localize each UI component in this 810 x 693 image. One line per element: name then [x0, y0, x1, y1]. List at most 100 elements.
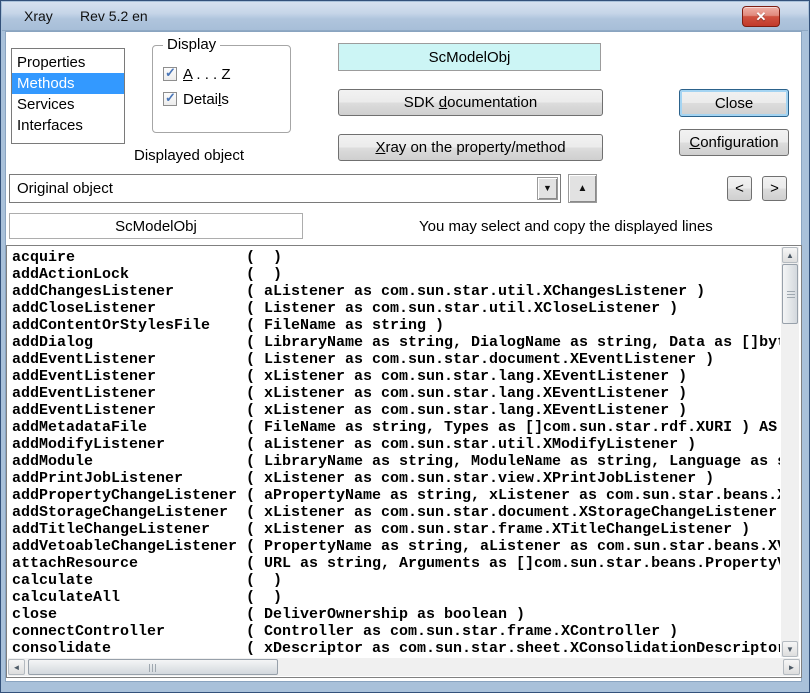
scroll-left-button[interactable]: ◄ — [8, 659, 25, 675]
scroll-down-icon: ▼ — [786, 645, 794, 654]
method-row[interactable]: calculateAll( ) — [12, 589, 780, 606]
method-row[interactable]: calculate( ) — [12, 572, 780, 589]
scroll-up-button[interactable]: ▲ — [782, 247, 798, 263]
close-button[interactable]: Close — [679, 89, 789, 117]
method-name: addEventListener — [12, 385, 246, 402]
listbox-item-interfaces[interactable]: Interfaces — [12, 115, 124, 136]
method-row[interactable]: addEventListener( xListener as com.sun.s… — [12, 368, 780, 385]
checkbox-details[interactable]: ✓ Details — [163, 91, 229, 107]
vertical-scroll-thumb[interactable] — [782, 264, 798, 324]
method-row[interactable]: addContentOrStylesFile( FileName as stri… — [12, 317, 780, 334]
window-close-button[interactable]: ✕ — [742, 6, 780, 27]
object-combobox-value: Original object — [17, 180, 113, 197]
method-row[interactable]: addVetoableChangeListener( PropertyName … — [12, 538, 780, 555]
method-row[interactable]: connectController( Controller as com.sun… — [12, 623, 780, 640]
method-params: ( aListener as com.sun.star.util.XModify… — [246, 436, 696, 453]
thumb-grip-icon — [787, 291, 795, 299]
method-name: consolidate — [12, 640, 246, 657]
method-params: ( Listener as com.sun.star.document.XEve… — [246, 351, 714, 368]
method-name: addEventListener — [12, 402, 246, 419]
method-row[interactable]: addDialog( LibraryName as string, Dialog… — [12, 334, 780, 351]
horizontal-scroll-thumb[interactable] — [28, 659, 278, 675]
scroll-down-button[interactable]: ▼ — [782, 641, 798, 657]
display-group: Display ✓ A . . . Z ✓ Details — [152, 45, 291, 133]
scroll-right-button[interactable]: ► — [783, 659, 800, 675]
combobox-dropdown-button[interactable]: ▼ — [537, 177, 558, 200]
method-row[interactable]: addChangesListener( aListener as com.sun… — [12, 283, 780, 300]
method-name: close — [12, 606, 246, 623]
method-params: ( aPropertyName as string, xListener as … — [246, 487, 780, 504]
method-row[interactable]: addEventListener( xListener as com.sun.s… — [12, 385, 780, 402]
method-row[interactable]: addCloseListener( Listener as com.sun.st… — [12, 300, 780, 317]
method-name: addDialog — [12, 334, 246, 351]
method-row[interactable]: addMetadataFile( FileName as string, Typ… — [12, 419, 780, 436]
method-name: addContentOrStylesFile — [12, 317, 246, 334]
method-name: addModifyListener — [12, 436, 246, 453]
method-params: ( xListener as com.sun.star.lang.XEventL… — [246, 368, 687, 385]
method-params: ( xListener as com.sun.star.lang.XEventL… — [246, 402, 687, 419]
method-name: connectController — [12, 623, 246, 640]
title-bar[interactable]: Xray Rev 5.2 en ✕ — [2, 2, 808, 31]
sdk-documentation-label: SDK documentation — [404, 94, 537, 111]
method-list-panel: acquire( )addActionLock( )addChangesList… — [6, 245, 802, 678]
listbox-item-properties[interactable]: Properties — [12, 52, 124, 73]
object-combobox[interactable]: Original object ▼ — [9, 174, 561, 203]
checkbox-az-label: A . . . Z — [183, 66, 231, 83]
method-name: calculateAll — [12, 589, 246, 606]
prev-button[interactable]: < — [727, 176, 752, 201]
scroll-up-icon: ▲ — [786, 251, 794, 260]
xray-dialog: Xray Rev 5.2 en ✕ Properties Methods Ser… — [0, 0, 810, 693]
listbox-item-methods[interactable]: Methods — [12, 73, 124, 94]
method-row[interactable]: addModule( LibraryName as string, Module… — [12, 453, 780, 470]
close-icon: ✕ — [756, 9, 767, 24]
method-params: ( LibraryName as string, DialogName as s… — [246, 334, 780, 351]
method-row[interactable]: consolidate( xDescriptor as com.sun.star… — [12, 640, 780, 657]
xray-on-property-button[interactable]: Xray on the property/method — [338, 134, 603, 161]
object-type-field: ScModelObj — [338, 43, 601, 71]
method-name: addVetoableChangeListener — [12, 538, 246, 555]
next-button-label: > — [770, 180, 779, 197]
checkbox-az-box[interactable]: ✓ — [163, 67, 177, 81]
method-name: addEventListener — [12, 351, 246, 368]
chevron-down-icon: ▼ — [543, 184, 552, 193]
method-name: addEventListener — [12, 368, 246, 385]
method-row[interactable]: addStorageChangeListener( xListener as c… — [12, 504, 780, 521]
method-row[interactable]: addPrintJobListener( xListener as com.su… — [12, 470, 780, 487]
method-row[interactable]: addModifyListener( aListener as com.sun.… — [12, 436, 780, 453]
checkbox-details-box[interactable]: ✓ — [163, 92, 177, 106]
object-up-button[interactable]: ▲ — [568, 174, 597, 203]
horizontal-scrollbar[interactable]: ◄ ► — [8, 658, 800, 676]
method-params: ( FileName as string ) — [246, 317, 444, 334]
method-row[interactable]: addActionLock( ) — [12, 266, 780, 283]
window-title-rev: Rev 5.2 en — [80, 8, 148, 24]
method-name: addPrintJobListener — [12, 470, 246, 487]
method-params: ( ) — [246, 249, 282, 266]
method-params: ( FileName as string, Types as []com.sun… — [246, 419, 777, 436]
copy-hint-label: You may select and copy the displayed li… — [419, 218, 713, 235]
method-name: addModule — [12, 453, 246, 470]
prev-button-label: < — [735, 180, 744, 197]
method-row[interactable]: attachResource( URL as string, Arguments… — [12, 555, 780, 572]
method-row[interactable]: addEventListener( Listener as com.sun.st… — [12, 351, 780, 368]
method-row[interactable]: close( DeliverOwnership as boolean ) — [12, 606, 780, 623]
category-listbox[interactable]: Properties Methods Services Interfaces — [11, 48, 125, 144]
method-params: ( xListener as com.sun.star.frame.XTitle… — [246, 521, 750, 538]
sdk-documentation-button[interactable]: SDK documentation — [338, 89, 603, 116]
method-row[interactable]: addPropertyChangeListener( aPropertyName… — [12, 487, 780, 504]
method-row[interactable]: addTitleChangeListener( xListener as com… — [12, 521, 780, 538]
method-list[interactable]: acquire( )addActionLock( )addChangesList… — [12, 249, 780, 657]
listbox-item-services[interactable]: Services — [12, 94, 124, 115]
method-params: ( aListener as com.sun.star.util.XChange… — [246, 283, 705, 300]
thumb-grip-icon — [149, 664, 158, 672]
method-row[interactable]: acquire( ) — [12, 249, 780, 266]
checkbox-az[interactable]: ✓ A . . . Z — [163, 66, 231, 82]
method-name: addStorageChangeListener — [12, 504, 246, 521]
next-button[interactable]: > — [762, 176, 787, 201]
method-params: ( xDescriptor as com.sun.star.sheet.XCon… — [246, 640, 780, 657]
method-row[interactable]: addEventListener( xListener as com.sun.s… — [12, 402, 780, 419]
vertical-scrollbar[interactable]: ▲ ▼ — [781, 247, 799, 657]
window-title-app: Xray — [24, 8, 53, 24]
scroll-right-icon: ► — [788, 663, 796, 672]
configuration-button[interactable]: Configuration — [679, 129, 789, 156]
method-name: addChangesListener — [12, 283, 246, 300]
